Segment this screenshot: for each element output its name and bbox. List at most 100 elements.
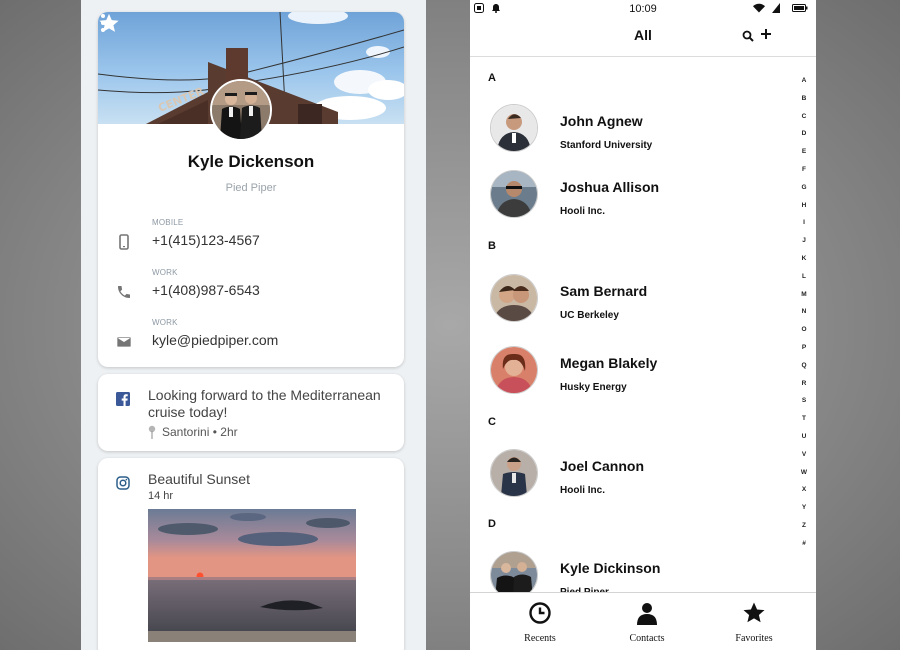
- contact-list-item[interactable]: Joel Cannon Hooli Inc.: [470, 449, 790, 515]
- work-phone-number: +1(408)987-6543: [152, 282, 260, 298]
- contact-name: John Agnew: [560, 113, 643, 129]
- alphabet-index-letter[interactable]: S: [796, 397, 812, 415]
- location-pin-icon: [148, 425, 156, 439]
- contact-list-item[interactable]: John Agnew Stanford University: [470, 104, 790, 170]
- section-header-a: A: [488, 72, 496, 84]
- work-phone-label: WORK: [152, 268, 178, 277]
- alphabet-index-letter[interactable]: R: [796, 380, 812, 398]
- contact-avatar: [490, 104, 538, 152]
- search-icon[interactable]: [742, 30, 754, 42]
- section-header-d: D: [488, 518, 496, 530]
- contact-avatar: [490, 274, 538, 322]
- alphabet-index-letter[interactable]: J: [796, 237, 812, 255]
- wifi-icon: [753, 3, 765, 13]
- profile-company: Pied Piper: [225, 182, 277, 194]
- contact-organization: Stanford University: [560, 140, 653, 151]
- alphabet-index-letter[interactable]: O: [796, 326, 812, 344]
- alphabet-index-letter[interactable]: #: [796, 540, 812, 558]
- email-address: kyle@piedpiper.com: [152, 332, 279, 348]
- nav-favorites[interactable]: Favorites: [704, 593, 804, 650]
- more-options-icon[interactable]: [98, 12, 108, 34]
- alphabet-index-letter[interactable]: X: [796, 486, 812, 504]
- alphabet-index-letter[interactable]: W: [796, 469, 812, 487]
- instagram-post-card[interactable]: Beautiful Sunset 14 hr: [98, 458, 404, 650]
- post-separator: •: [212, 425, 217, 439]
- alphabet-index-letter[interactable]: G: [796, 184, 812, 202]
- alphabet-index[interactable]: A B C D E F G H I J K L M N O P Q R S T U V W X Y Z #: [796, 77, 812, 558]
- contact-name: Kyle Dickinson: [560, 560, 661, 576]
- facebook-icon: [116, 392, 130, 406]
- contact-name: Joel Cannon: [560, 458, 645, 474]
- alphabet-index-letter[interactable]: I: [796, 219, 812, 237]
- alphabet-index-letter[interactable]: L: [796, 273, 812, 291]
- contacts-screen: 10:09 All A John Agnew Stanford Universi…: [470, 0, 816, 650]
- instagram-icon: [116, 476, 130, 490]
- contact-list-item[interactable]: Joshua Allison Hooli Inc.: [470, 170, 790, 236]
- bottom-navigation: Recents Contacts Favorites: [470, 592, 816, 650]
- instagram-time: 14 hr: [148, 490, 174, 502]
- section-header-b: B: [488, 240, 496, 252]
- contact-organization: UC Berkeley: [560, 310, 619, 321]
- email-row[interactable]: WORK kyle@piedpiper.com: [98, 318, 404, 362]
- contact-organization: Hooli Inc.: [560, 206, 605, 217]
- profile-screen: CENTER Kyle Dickenson Pied Piper MOBILE …: [81, 0, 426, 650]
- alphabet-index-letter[interactable]: T: [796, 415, 812, 433]
- sunset-photo[interactable]: [148, 509, 356, 642]
- alphabet-index-letter[interactable]: E: [796, 148, 812, 166]
- alphabet-index-letter[interactable]: K: [796, 255, 812, 273]
- clock-icon: [529, 602, 551, 624]
- email-label: WORK: [152, 318, 178, 327]
- status-bar: 10:09: [470, 0, 816, 18]
- phone-icon: [118, 286, 130, 298]
- alphabet-index-letter[interactable]: U: [796, 433, 812, 451]
- mobile-label: MOBILE: [152, 218, 184, 227]
- alphabet-index-letter[interactable]: H: [796, 202, 812, 220]
- post-time: 2hr: [220, 425, 238, 439]
- nav-contacts[interactable]: Contacts: [597, 593, 697, 650]
- instagram-title: Beautiful Sunset: [148, 471, 250, 487]
- alphabet-index-letter[interactable]: N: [796, 308, 812, 326]
- alphabet-index-letter[interactable]: D: [796, 130, 812, 148]
- contact-avatar: [490, 170, 538, 218]
- alphabet-index-letter[interactable]: V: [796, 451, 812, 469]
- nav-contacts-label: Contacts: [629, 633, 665, 644]
- mobile-number: +1(415)123-4567: [152, 232, 260, 248]
- person-icon: [637, 603, 657, 625]
- mail-icon: [117, 337, 131, 347]
- nav-recents[interactable]: Recents: [490, 593, 590, 650]
- contact-organization: Hooli Inc.: [560, 485, 605, 496]
- contact-avatar: [490, 346, 538, 394]
- mobile-phone-row[interactable]: MOBILE +1(415)123-4567: [98, 218, 404, 262]
- add-contact-icon[interactable]: [760, 28, 772, 40]
- facebook-post-card[interactable]: Looking forward to the Mediterranean cru…: [98, 374, 404, 451]
- alphabet-index-letter[interactable]: F: [796, 166, 812, 184]
- nav-recents-label: Recents: [524, 633, 556, 644]
- alphabet-index-letter[interactable]: C: [796, 113, 812, 131]
- post-text: Looking forward to the Mediterranean cru…: [148, 387, 381, 420]
- contact-name: Joshua Allison: [560, 179, 660, 195]
- contact-name: Megan Blakely: [560, 355, 658, 371]
- contact-avatar: [490, 449, 538, 497]
- nav-favorites-label: Favorites: [735, 633, 773, 644]
- post-meta: Santorini • 2hr: [148, 425, 238, 439]
- alphabet-index-letter[interactable]: Q: [796, 362, 812, 380]
- avatar: [210, 79, 272, 141]
- star-icon: [743, 602, 765, 623]
- contact-list-item[interactable]: Sam Bernard UC Berkeley: [470, 274, 790, 340]
- profile-card: CENTER Kyle Dickenson Pied Piper MOBILE …: [98, 12, 404, 367]
- app-header: All: [470, 18, 816, 57]
- section-header-c: C: [488, 416, 496, 428]
- alphabet-index-letter[interactable]: B: [796, 95, 812, 113]
- smartphone-icon: [119, 234, 129, 250]
- alphabet-index-letter[interactable]: P: [796, 344, 812, 362]
- alphabet-index-letter[interactable]: A: [796, 77, 812, 95]
- post-location: Santorini: [162, 425, 210, 439]
- alphabet-index-letter[interactable]: Z: [796, 522, 812, 540]
- work-phone-row[interactable]: WORK +1(408)987-6543: [98, 268, 404, 312]
- alphabet-index-letter[interactable]: Y: [796, 504, 812, 522]
- contact-list-item[interactable]: Megan Blakely Husky Energy: [470, 346, 790, 412]
- signal-icon: [772, 3, 780, 13]
- contact-name: Sam Bernard: [560, 283, 648, 299]
- alphabet-index-letter[interactable]: M: [796, 291, 812, 309]
- battery-icon: [792, 4, 808, 12]
